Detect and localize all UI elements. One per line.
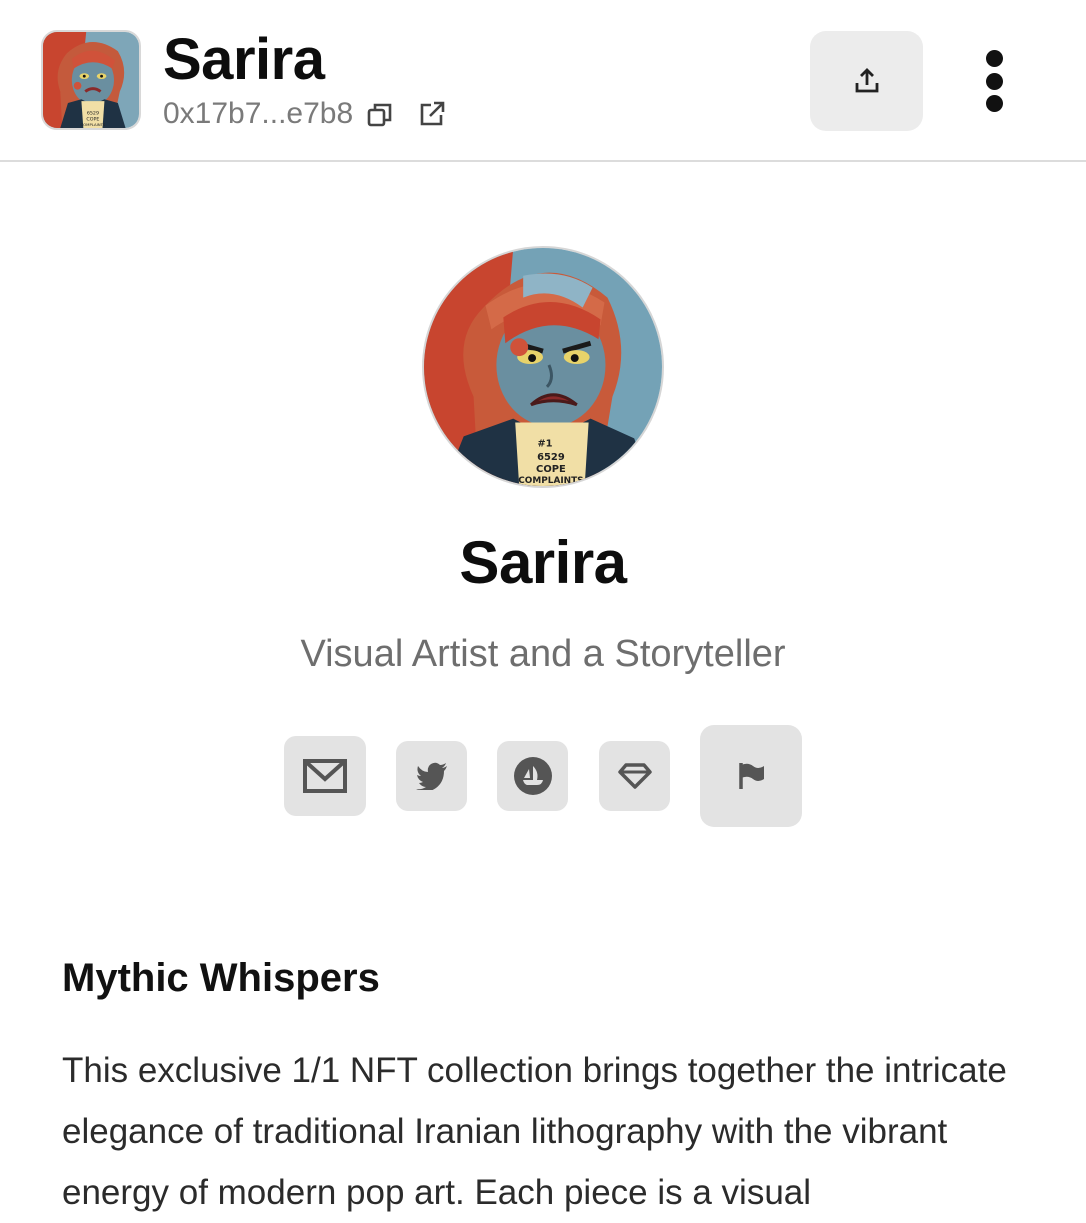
diamond-icon	[617, 763, 652, 789]
more-dot	[985, 72, 1003, 90]
more-dot	[985, 95, 1003, 112]
twitter-icon	[415, 762, 447, 790]
gem-button[interactable]	[599, 741, 670, 811]
flag-icon	[739, 763, 764, 789]
svg-text:#1: #1	[537, 438, 552, 449]
profile-tagline: Visual Artist and a Storyteller	[300, 633, 786, 675]
email-button[interactable]	[284, 736, 366, 816]
svg-text:COMPLAINTS: COMPLAINTS	[80, 122, 105, 127]
svg-text:COPE: COPE	[536, 464, 566, 475]
twitter-button[interactable]	[396, 741, 467, 811]
share-upload-icon	[855, 68, 878, 93]
profile-avatar-image: #1 6529 COPE COMPLAINTS	[424, 248, 662, 486]
header-title: Sarira	[163, 27, 325, 92]
opensea-icon	[513, 757, 552, 795]
copy-icon[interactable]	[366, 101, 394, 129]
svg-text:6529: 6529	[537, 452, 565, 463]
wallet-address[interactable]: 0x17b7...e7b8	[163, 96, 353, 132]
collection-description: This exclusive 1/1 NFT collection brings…	[62, 1051, 1007, 1212]
avatar-thumbnail-image: 6529 COPE COMPLAINTS	[43, 32, 139, 128]
external-link-icon[interactable]	[417, 99, 447, 129]
more-options-button[interactable]	[974, 50, 1014, 112]
svg-text:COMPLAINTS: COMPLAINTS	[518, 476, 583, 486]
mail-icon	[303, 759, 347, 793]
collection-title: Mythic Whispers	[62, 956, 380, 1000]
profile-avatar: #1 6529 COPE COMPLAINTS	[422, 246, 664, 488]
report-button[interactable]	[700, 725, 802, 827]
opensea-button[interactable]	[497, 741, 568, 811]
svg-text:6529: 6529	[87, 111, 99, 117]
avatar-thumbnail[interactable]: 6529 COPE COMPLAINTS	[41, 30, 141, 130]
profile-name: Sarira	[459, 529, 627, 596]
more-dot	[985, 50, 1003, 67]
top-header-bar: 6529 COPE COMPLAINTS Sarira 0x17b7...e7b…	[0, 0, 1086, 162]
share-button[interactable]	[810, 31, 923, 131]
